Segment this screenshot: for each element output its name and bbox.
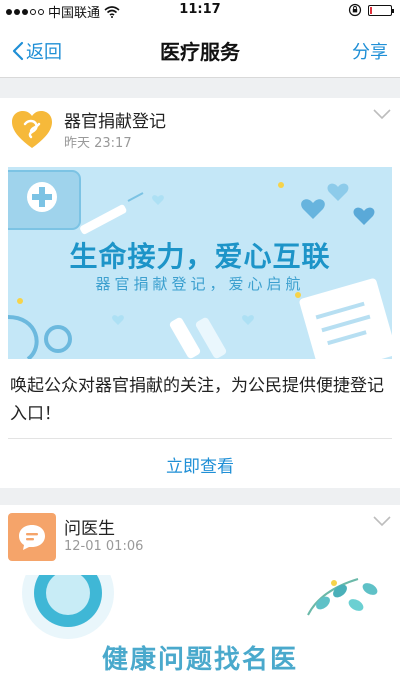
heart-hands-icon (12, 111, 52, 148)
banner-headline: 生命接力，爱心互联 (69, 240, 331, 273)
status-right (348, 3, 394, 17)
ask-doctor-logo (8, 513, 56, 561)
banner-headline: 健康问题找名医 (101, 645, 298, 673)
battery-level (370, 6, 372, 14)
banner-subtitle: 器官捐献登记，爱心启航 (95, 275, 305, 293)
chat-bubble-icon (19, 525, 45, 550)
chevron-down-icon[interactable] (372, 108, 392, 120)
view-now-link[interactable]: 立即查看 (0, 452, 400, 477)
battery-icon (368, 4, 394, 16)
navigation-bar: 返回 医疗服务 分享 (0, 20, 400, 78)
page-title: 医疗服务 (160, 40, 240, 64)
card-title: 问医生 (64, 519, 115, 539)
card-description: 唤起公众对器官捐献的关注，为公民提供便捷登记入口！ (10, 376, 384, 424)
share-button[interactable]: 分享 (352, 38, 388, 64)
card-timestamp: 昨天 23:17 (64, 136, 132, 151)
promo-banner-image[interactable]: 生命接力，爱心互联 器官捐献登记，爱心启航 (8, 167, 392, 359)
card-timestamp: 12-01 01:06 (64, 539, 144, 554)
organ-donation-logo (8, 106, 56, 154)
card-title: 器官捐献登记 (64, 112, 166, 132)
service-card-ask-doctor: 问医生 12-01 01:06 健康问题找名医 (0, 505, 400, 673)
status-bar: 中国联通 11:17 (0, 0, 400, 21)
card-header: 器官捐献登记 昨天 23:17 (0, 98, 400, 166)
promo-banner-image[interactable]: 健康问题找名医 (8, 575, 392, 673)
orientation-lock-icon (348, 3, 362, 17)
card-header: 问医生 12-01 01:06 (0, 505, 400, 573)
status-time: 11:17 (179, 2, 221, 17)
chevron-down-icon[interactable] (372, 515, 392, 527)
divider (8, 438, 392, 439)
service-card-organ-donation: 器官捐献登记 昨天 23:17 生命接力，爱心互联 器官捐献登记，爱心启航 唤起… (0, 98, 400, 488)
